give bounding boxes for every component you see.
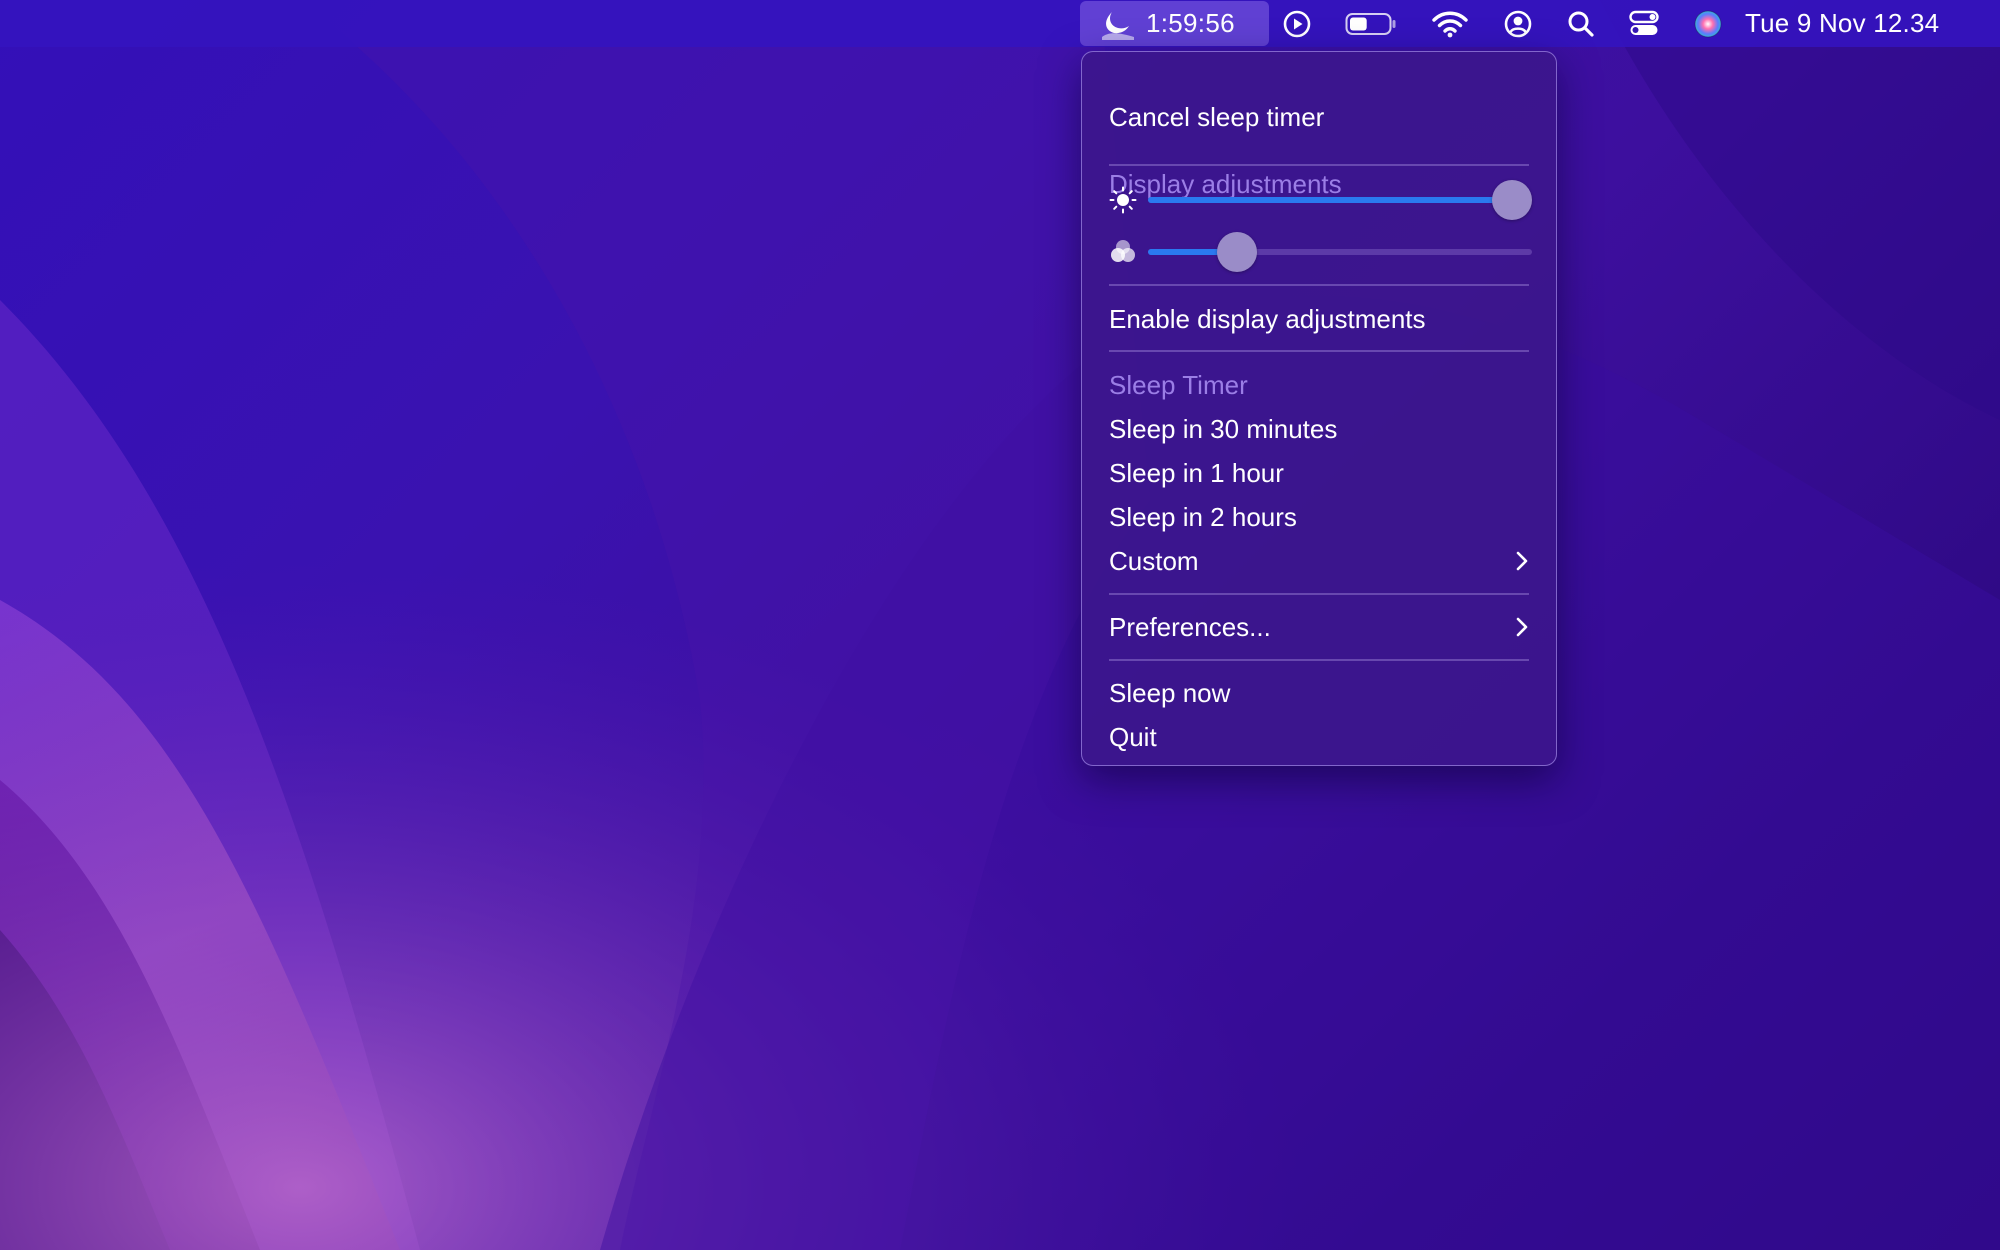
siri-icon [1694, 10, 1722, 37]
enable-display-adjustments-item[interactable]: Enable display adjustments [1109, 301, 1529, 337]
play-circle-icon [1283, 10, 1311, 37]
siri-status-item[interactable] [1692, 0, 1724, 47]
preferences-label: Preferences... [1109, 612, 1271, 642]
sleep-timer-header: Sleep Timer [1109, 370, 1248, 400]
sleep-timer-countdown: 1:59:56 [1146, 8, 1235, 38]
sleep-1-hour-item[interactable]: Sleep in 1 hour [1109, 455, 1529, 491]
menu-bar: 1:59:56 Tue 9 Nov 12.34 [0, 0, 2000, 47]
moon-icon [1102, 11, 1134, 40]
wifi-status-item[interactable] [1430, 0, 1470, 47]
wifi-icon [1432, 11, 1468, 37]
quit-item[interactable]: Quit [1109, 719, 1529, 755]
color-filter-icon [1111, 240, 1135, 262]
menu-separator [1109, 350, 1529, 352]
play-status-item[interactable] [1280, 0, 1314, 47]
spotlight-status-item[interactable] [1566, 0, 1596, 47]
preferences-submenu-item[interactable]: Preferences... [1109, 609, 1529, 645]
custom-submenu-item[interactable]: Custom [1109, 543, 1529, 579]
chevron-right-icon [1515, 543, 1529, 579]
control-center-icon [1629, 10, 1659, 35]
menu-separator [1109, 593, 1529, 595]
menu-separator [1109, 659, 1529, 661]
sleep-now-item[interactable]: Sleep now [1109, 675, 1529, 711]
color-slider-knob[interactable] [1217, 232, 1257, 272]
sleep-timer-status-item[interactable]: 1:59:56 [1080, 1, 1269, 46]
control-center-status-item[interactable] [1628, 0, 1660, 47]
sleep-2-hours-item[interactable]: Sleep in 2 hours [1109, 499, 1529, 535]
brightness-icon [1109, 186, 1137, 214]
battery-status-item[interactable] [1345, 0, 1397, 47]
menu-bar-clock[interactable]: Tue 9 Nov 12.34 [1745, 0, 1985, 47]
user-status-item[interactable] [1502, 0, 1534, 47]
cancel-sleep-timer-item[interactable]: Cancel sleep timer [1109, 99, 1529, 135]
custom-label: Custom [1109, 546, 1199, 576]
brightness-slider-knob[interactable] [1492, 180, 1532, 220]
wallpaper [0, 0, 2000, 1250]
brightness-slider[interactable] [1148, 180, 1532, 220]
sleep-timer-menu: Cancel sleep timer Display adjustments E… [1081, 51, 1557, 766]
color-slider[interactable] [1148, 232, 1532, 272]
desktop: 1:59:56 Tue 9 Nov 12.34 Cancel sleep tim… [0, 0, 2000, 1250]
battery-level-fill [1350, 17, 1367, 30]
search-icon [1568, 11, 1594, 37]
menu-separator [1109, 284, 1529, 286]
user-circle-icon [1504, 10, 1532, 37]
sleep-30-minutes-item[interactable]: Sleep in 30 minutes [1109, 411, 1529, 447]
battery-icon [1345, 12, 1396, 35]
brightness-slider-fill [1148, 197, 1512, 203]
chevron-right-icon [1515, 609, 1529, 645]
